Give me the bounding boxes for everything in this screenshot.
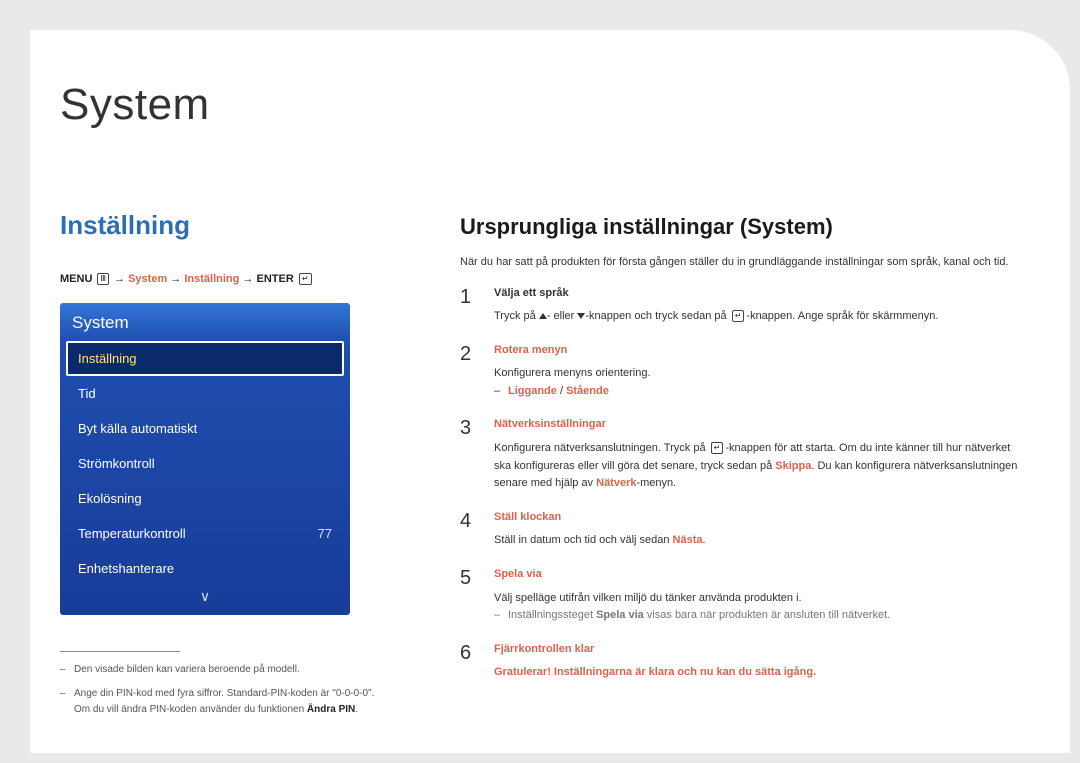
step-2: 2 Rotera menyn Konfigurera menyns orient… [460,342,1020,401]
enter-icon: ↵ [711,442,724,454]
document-page: System Inställning MENU Ⅲ → System → Ins… [30,30,1070,753]
step-number-6: 6 [460,641,476,682]
footnote-1: Den visade bilden kan variera beroende p… [60,662,390,678]
step-2-body: Konfigurera menyns orientering. [494,365,1020,383]
step-number-2: 2 [460,342,476,401]
menu-item-enhetshanterare: Enhetshanterare [68,551,342,586]
liggande: Liggande [508,385,557,397]
step-1-title: Välja ett språk [494,285,1020,303]
left-column: Inställning MENU Ⅲ → System → Inställnin… [60,210,390,726]
menu-item-stromkontroll: Strömkontroll [68,446,342,481]
step-3-body: Konfigurera nätverksanslutningen. Tryck … [494,440,1020,493]
footnote-2a: Ange din PIN-kod med fyra siffror. Stand… [74,688,374,699]
footnote-2: Ange din PIN-kod med fyra siffror. Stand… [60,686,390,718]
system-menu-screenshot: System Inställning Tid Byt källa automat… [60,303,350,615]
step-6-final: Gratulerar! Inställningarna är klara och… [494,664,1020,682]
t: Konfigurera nätverksanslutningen. Tryck … [494,442,709,454]
bc-system: System [128,273,167,285]
natverk: Nätverk [596,477,636,489]
step-4: 4 Ställ klockan Ställ in datum och tid o… [460,509,1020,550]
menu-item-label: Ekolösning [78,491,142,506]
intro-text: När du har satt på produkten för första … [460,254,1020,271]
step-4-body: Ställ in datum och tid och välj sedan Nä… [494,532,1020,550]
bc-enter: ENTER [256,273,293,285]
step-body: Spela via Välj spelläge utifrån vilken m… [494,566,1020,625]
bc-menu: MENU [60,273,92,285]
bc-arrow-1: → [114,273,125,285]
step-number-1: 1 [460,285,476,326]
menu-item-label: Inställning [78,351,137,366]
menu-item-value: 77 [318,526,332,541]
menu-item-label: Temperaturkontroll [78,526,186,541]
enter-icon: ↵ [299,273,312,285]
step-5-sub: Inställningssteget Spela via visas bara … [494,607,1020,625]
skippa: Skippa [775,460,811,472]
menu-icon: Ⅲ [97,273,109,285]
menu-item-installning: Inställning [66,341,344,376]
left-heading: Inställning [60,210,390,241]
content-columns: Inställning MENU Ⅲ → System → Inställnin… [60,210,1020,726]
step-2-sub: Liggande / Stående [494,383,1020,401]
step-body: Rotera menyn Konfigurera menyns orienter… [494,342,1020,401]
up-icon [539,313,547,319]
spela-via-em: Spela via [596,609,644,621]
footnote-2b-em: Ändra PIN [307,704,355,715]
menu-item-byt-kalla: Byt källa automatiskt [68,411,342,446]
step-1-body: Tryck på - eller -knappen och tryck seda… [494,308,1020,326]
step-3: 3 Nätverksinställningar Konfigurera nätv… [460,416,1020,492]
step-number-5: 5 [460,566,476,625]
step-5: 5 Spela via Välj spelläge utifrån vilken… [460,566,1020,625]
breadcrumb: MENU Ⅲ → System → Inställning → ENTER ↵ [60,273,390,285]
step-6-title: Fjärrkontrollen klar [494,641,1020,659]
t: Ställ in datum och tid och välj sedan [494,534,673,546]
footnote-2b: Om du vill ändra PIN-koden använder du f… [74,704,307,715]
menu-item-temperatur: Temperaturkontroll 77 [68,516,342,551]
step-6: 6 Fjärrkontrollen klar Gratulerar! Instä… [460,641,1020,682]
step-4-title: Ställ klockan [494,509,1020,527]
menu-item-ekolosning: Ekolösning [68,481,342,516]
staende: Stående [566,385,609,397]
step-5-title: Spela via [494,566,1020,584]
bc-arrow-3: → [242,273,253,285]
bc-arrow-2: → [170,273,181,285]
t: -knappen och tryck sedan på [585,310,729,322]
enter-icon: ↵ [732,310,745,322]
menu-item-tid: Tid [68,376,342,411]
step-number-3: 3 [460,416,476,492]
t: -knappen. Ange språk för skärmmenyn. [746,310,938,322]
right-column: Ursprungliga inställningar (System) När … [460,210,1020,726]
menu-item-label: Strömkontroll [78,456,155,471]
t: Tryck på [494,310,539,322]
t: . [703,534,706,546]
chevron-down-icon: ∨ [60,586,350,609]
t: Inställningssteget [508,609,596,621]
sep: / [557,385,566,397]
step-number-4: 4 [460,509,476,550]
step-2-title: Rotera menyn [494,342,1020,360]
step-body: Välja ett språk Tryck på - eller -knappe… [494,285,1020,326]
menu-title: System [60,303,350,341]
t: visas bara när produkten är ansluten til… [644,609,890,621]
footnote-2c: . [355,704,358,715]
step-1: 1 Välja ett språk Tryck på - eller -knap… [460,285,1020,326]
t: - eller [547,310,578,322]
step-body: Nätverksinställningar Konfigurera nätver… [494,416,1020,492]
menu-item-label: Byt källa automatiskt [78,421,197,436]
bc-setting: Inställning [184,273,239,285]
chapter-title: System [60,80,1020,130]
menu-item-label: Enhetshanterare [78,561,174,576]
step-3-title: Nätverksinställningar [494,416,1020,434]
menu-item-label: Tid [78,386,96,401]
step-body: Fjärrkontrollen klar Gratulerar! Inställ… [494,641,1020,682]
footnote-separator [60,651,180,652]
nasta: Nästa [673,534,703,546]
t: -menyn. [636,477,676,489]
right-heading: Ursprungliga inställningar (System) [460,214,1020,240]
step-5-body: Välj spelläge utifrån vilken miljö du tä… [494,590,1020,608]
step-body: Ställ klockan Ställ in datum och tid och… [494,509,1020,550]
